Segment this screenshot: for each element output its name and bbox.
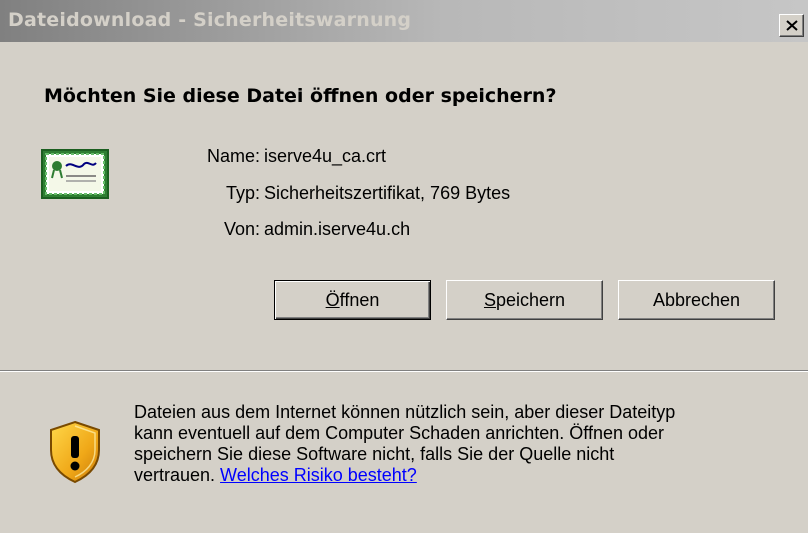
risk-info-link[interactable]: Welches Risiko besteht? <box>220 465 417 485</box>
warning-line-2: kann eventuell auf dem Computer Schaden … <box>134 423 665 443</box>
warning-line-3: speichern Sie diese Software nicht, fall… <box>134 444 615 464</box>
detail-name-row: Name: iserve4u_ca.crt <box>0 146 808 170</box>
detail-type-row: Typ: Sicherheitszertifikat, 769 Bytes <box>0 183 808 207</box>
warning-line-4-prefix: vertrauen. <box>134 465 221 485</box>
warning-shield-icon <box>50 420 100 484</box>
detail-type-value: Sicherheitszertifikat, 769 Bytes <box>264 183 511 203</box>
detail-from-label: Von: <box>223 219 260 239</box>
detail-from-value: admin.iserve4u.ch <box>264 219 411 239</box>
cancel-button-label: Abbrechen <box>652 289 741 310</box>
save-button[interactable]: Speichern <box>446 280 603 320</box>
separator-highlight <box>0 371 808 372</box>
cancel-button[interactable]: Abbrechen <box>618 280 775 320</box>
warning-line-1: Dateien aus dem Internet können nützlich… <box>134 402 676 422</box>
title-bar[interactable]: Dateidownload - Sicherheitswarnung <box>0 0 808 42</box>
close-button[interactable] <box>779 14 804 37</box>
detail-from-row: Von: admin.iserve4u.ch <box>0 219 808 243</box>
warning-line-4: vertrauen. Welches Risiko besteht? <box>134 465 804 486</box>
detail-type-label: Typ: <box>225 183 260 203</box>
download-security-dialog: Dateidownload - Sicherheitswarnung Möcht… <box>0 0 808 533</box>
question-heading: Möchten Sie diese Datei öffnen oder spei… <box>44 85 557 107</box>
detail-name-label: Name: <box>206 146 260 166</box>
open-button-label: Öffnen <box>325 289 380 310</box>
save-button-label: Speichern <box>483 289 566 310</box>
close-icon <box>786 20 798 31</box>
detail-name-value: iserve4u_ca.crt <box>264 146 387 166</box>
warning-message: Dateien aus dem Internet können nützlich… <box>134 402 804 486</box>
open-button[interactable]: Öffnen <box>274 280 431 320</box>
window-title: Dateidownload - Sicherheitswarnung <box>8 9 412 31</box>
